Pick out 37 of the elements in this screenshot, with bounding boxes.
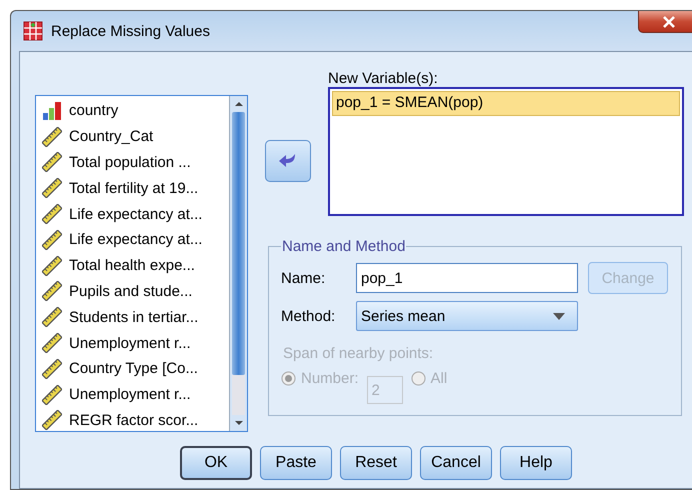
variable-item[interactable]: Life expectancy at... [36,226,229,253]
group-title: Name and Method [281,238,406,255]
variable-item[interactable]: Unemployment r... [36,382,229,408]
variable-item[interactable]: Total health expe... [36,252,229,279]
close-icon [662,16,676,28]
new-variables-label: New Variable(s): [328,70,439,87]
move-button[interactable] [265,140,311,182]
scrollbar[interactable] [229,96,247,431]
new-variable-item[interactable]: pop_1 = SMEAN(pop) [332,91,680,116]
scrollbar-thumb[interactable] [232,112,245,375]
method-dropdown[interactable]: Series mean [356,301,578,331]
variable-item[interactable]: Students in tertiar... [36,304,229,330]
variable-item[interactable]: country [36,98,229,124]
close-button[interactable] [638,11,692,33]
window-title: Replace Missing Values [51,22,210,40]
dialog-button[interactable]: Help [500,446,572,480]
name-field[interactable]: pop_1 [356,263,578,293]
variable-item[interactable]: Total population ... [36,150,229,176]
variable-item[interactable]: Unemployment r... [36,330,229,356]
method-label: Method: [281,308,336,324]
variable-item[interactable]: Pupils and stude... [36,278,229,304]
dialog-button[interactable]: Cancel [420,446,492,480]
dialog-button[interactable]: Reset [340,446,412,480]
table-icon [23,21,43,41]
variable-list[interactable] [35,95,248,432]
variable-item[interactable]: Total fertility at 19... [36,175,229,202]
dialog-button[interactable]: Paste [260,446,332,480]
variable-item[interactable]: REGR factor scor... [36,408,229,434]
dialog-button[interactable]: OK [180,446,252,480]
name-label: Name: [281,270,326,286]
caret-icon [553,312,565,320]
variable-item[interactable]: Country_Cat [36,124,229,150]
span-label: Span of nearby points: [283,345,434,362]
bar-chart-icon [42,100,62,121]
new-variables-list[interactable]: pop_1 = SMEAN(pop) [328,87,684,216]
variable-item[interactable]: Life expectancy at... [36,201,229,227]
variable-item[interactable]: Country Type [Co... [36,356,229,382]
